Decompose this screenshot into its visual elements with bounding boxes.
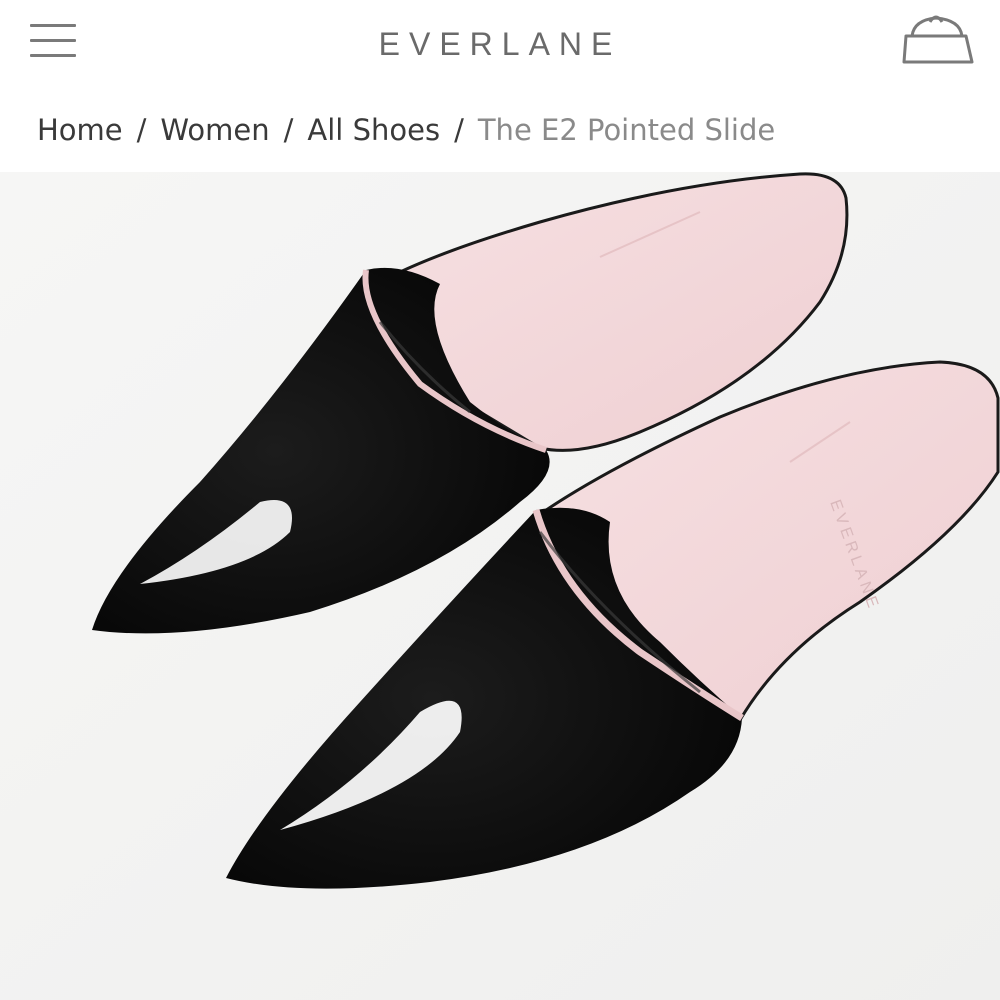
shopping-bag-button[interactable] [896,8,978,68]
breadcrumb-current-page: The E2 Pointed Slide [477,113,776,147]
product-photo-pointed-slides: EVERLANE [0,172,1000,1000]
product-image[interactable]: EVERLANE [0,172,1000,1000]
breadcrumb-separator: / [136,113,147,147]
breadcrumb-separator: / [454,113,464,147]
breadcrumb-separator: / [283,113,294,147]
breadcrumb: Home / Women / All Shoes / The E2 Pointe… [37,110,775,150]
breadcrumb-all-shoes-link[interactable]: All Shoes [307,113,440,147]
breadcrumb-home-link[interactable]: Home [37,113,123,147]
breadcrumb-women-link[interactable]: Women [160,113,269,147]
site-header: EVERLANE [0,0,1000,90]
shopping-bag-icon [902,15,974,64]
logo[interactable]: EVERLANE [0,26,1000,63]
